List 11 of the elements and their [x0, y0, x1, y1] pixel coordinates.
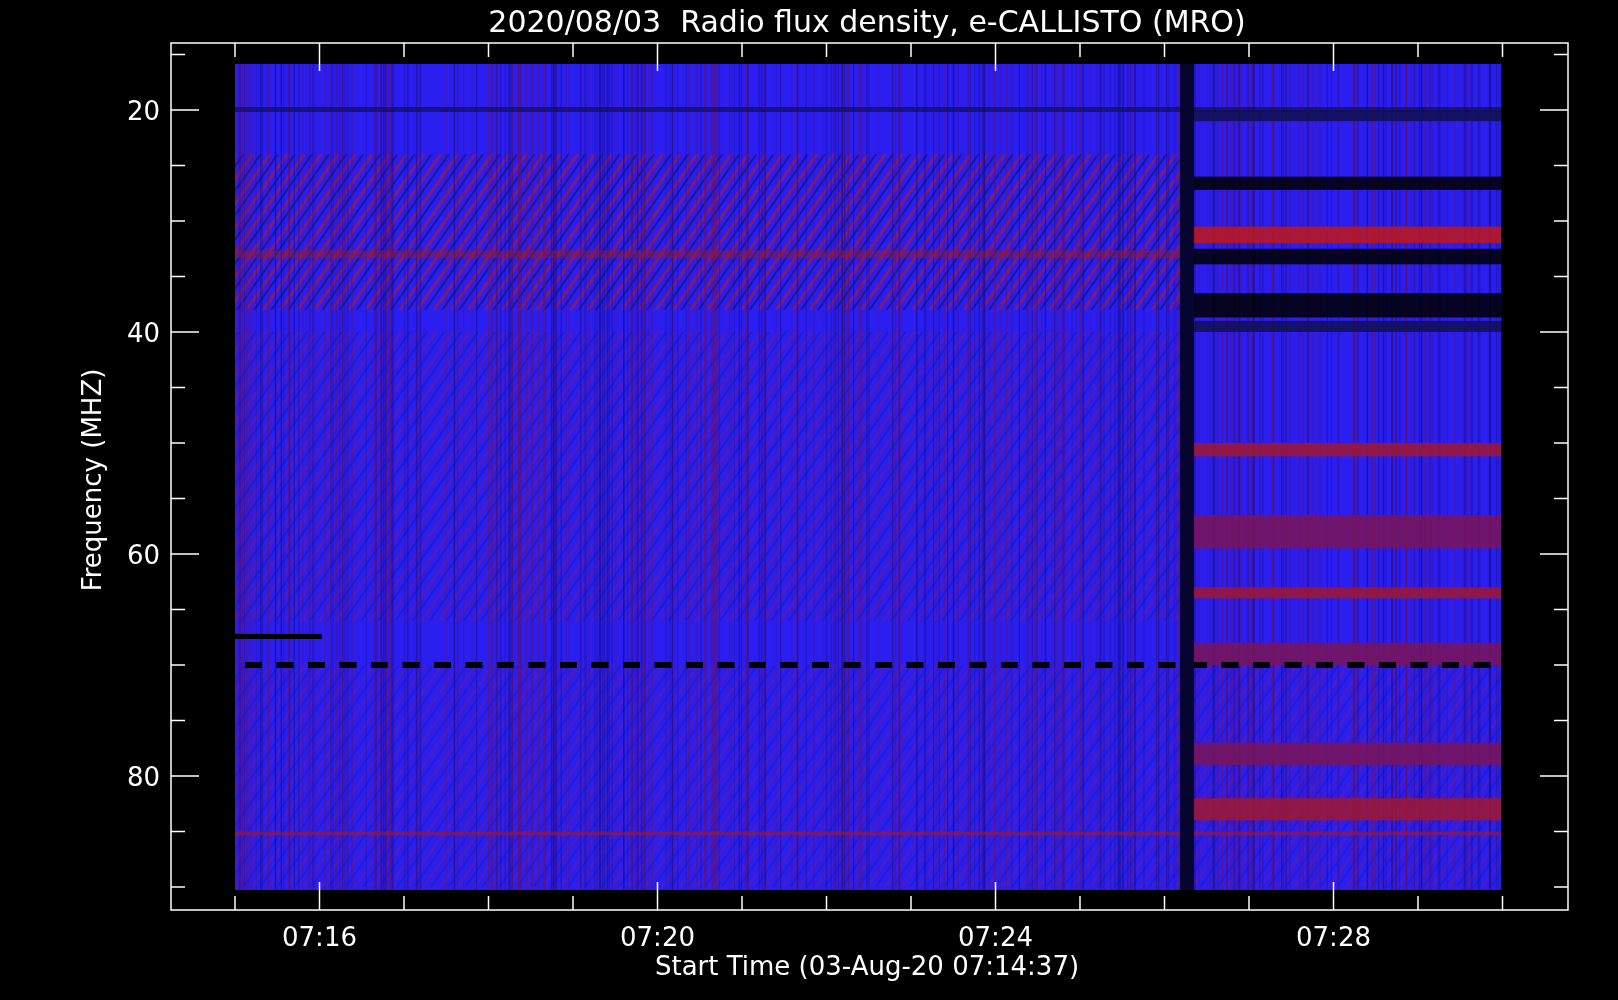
- tick-label: 80: [126, 762, 160, 792]
- tick-label: 40: [126, 318, 160, 348]
- axis-title: Frequency (MHZ): [77, 368, 107, 592]
- tick-label: 07:24: [958, 922, 1033, 952]
- tick-label: 20: [126, 96, 160, 126]
- axis-title: Start Time (03-Aug-20 07:14:37): [654, 951, 1080, 981]
- tick-label: 07:28: [1296, 922, 1371, 952]
- chart-title: 2020/08/03 Radio flux density, e-CALLISTO (MRO): [488, 4, 1246, 39]
- tick-label: 60: [126, 540, 160, 570]
- tick-label: 07:16: [282, 922, 357, 952]
- tick-label: 07:20: [620, 922, 695, 952]
